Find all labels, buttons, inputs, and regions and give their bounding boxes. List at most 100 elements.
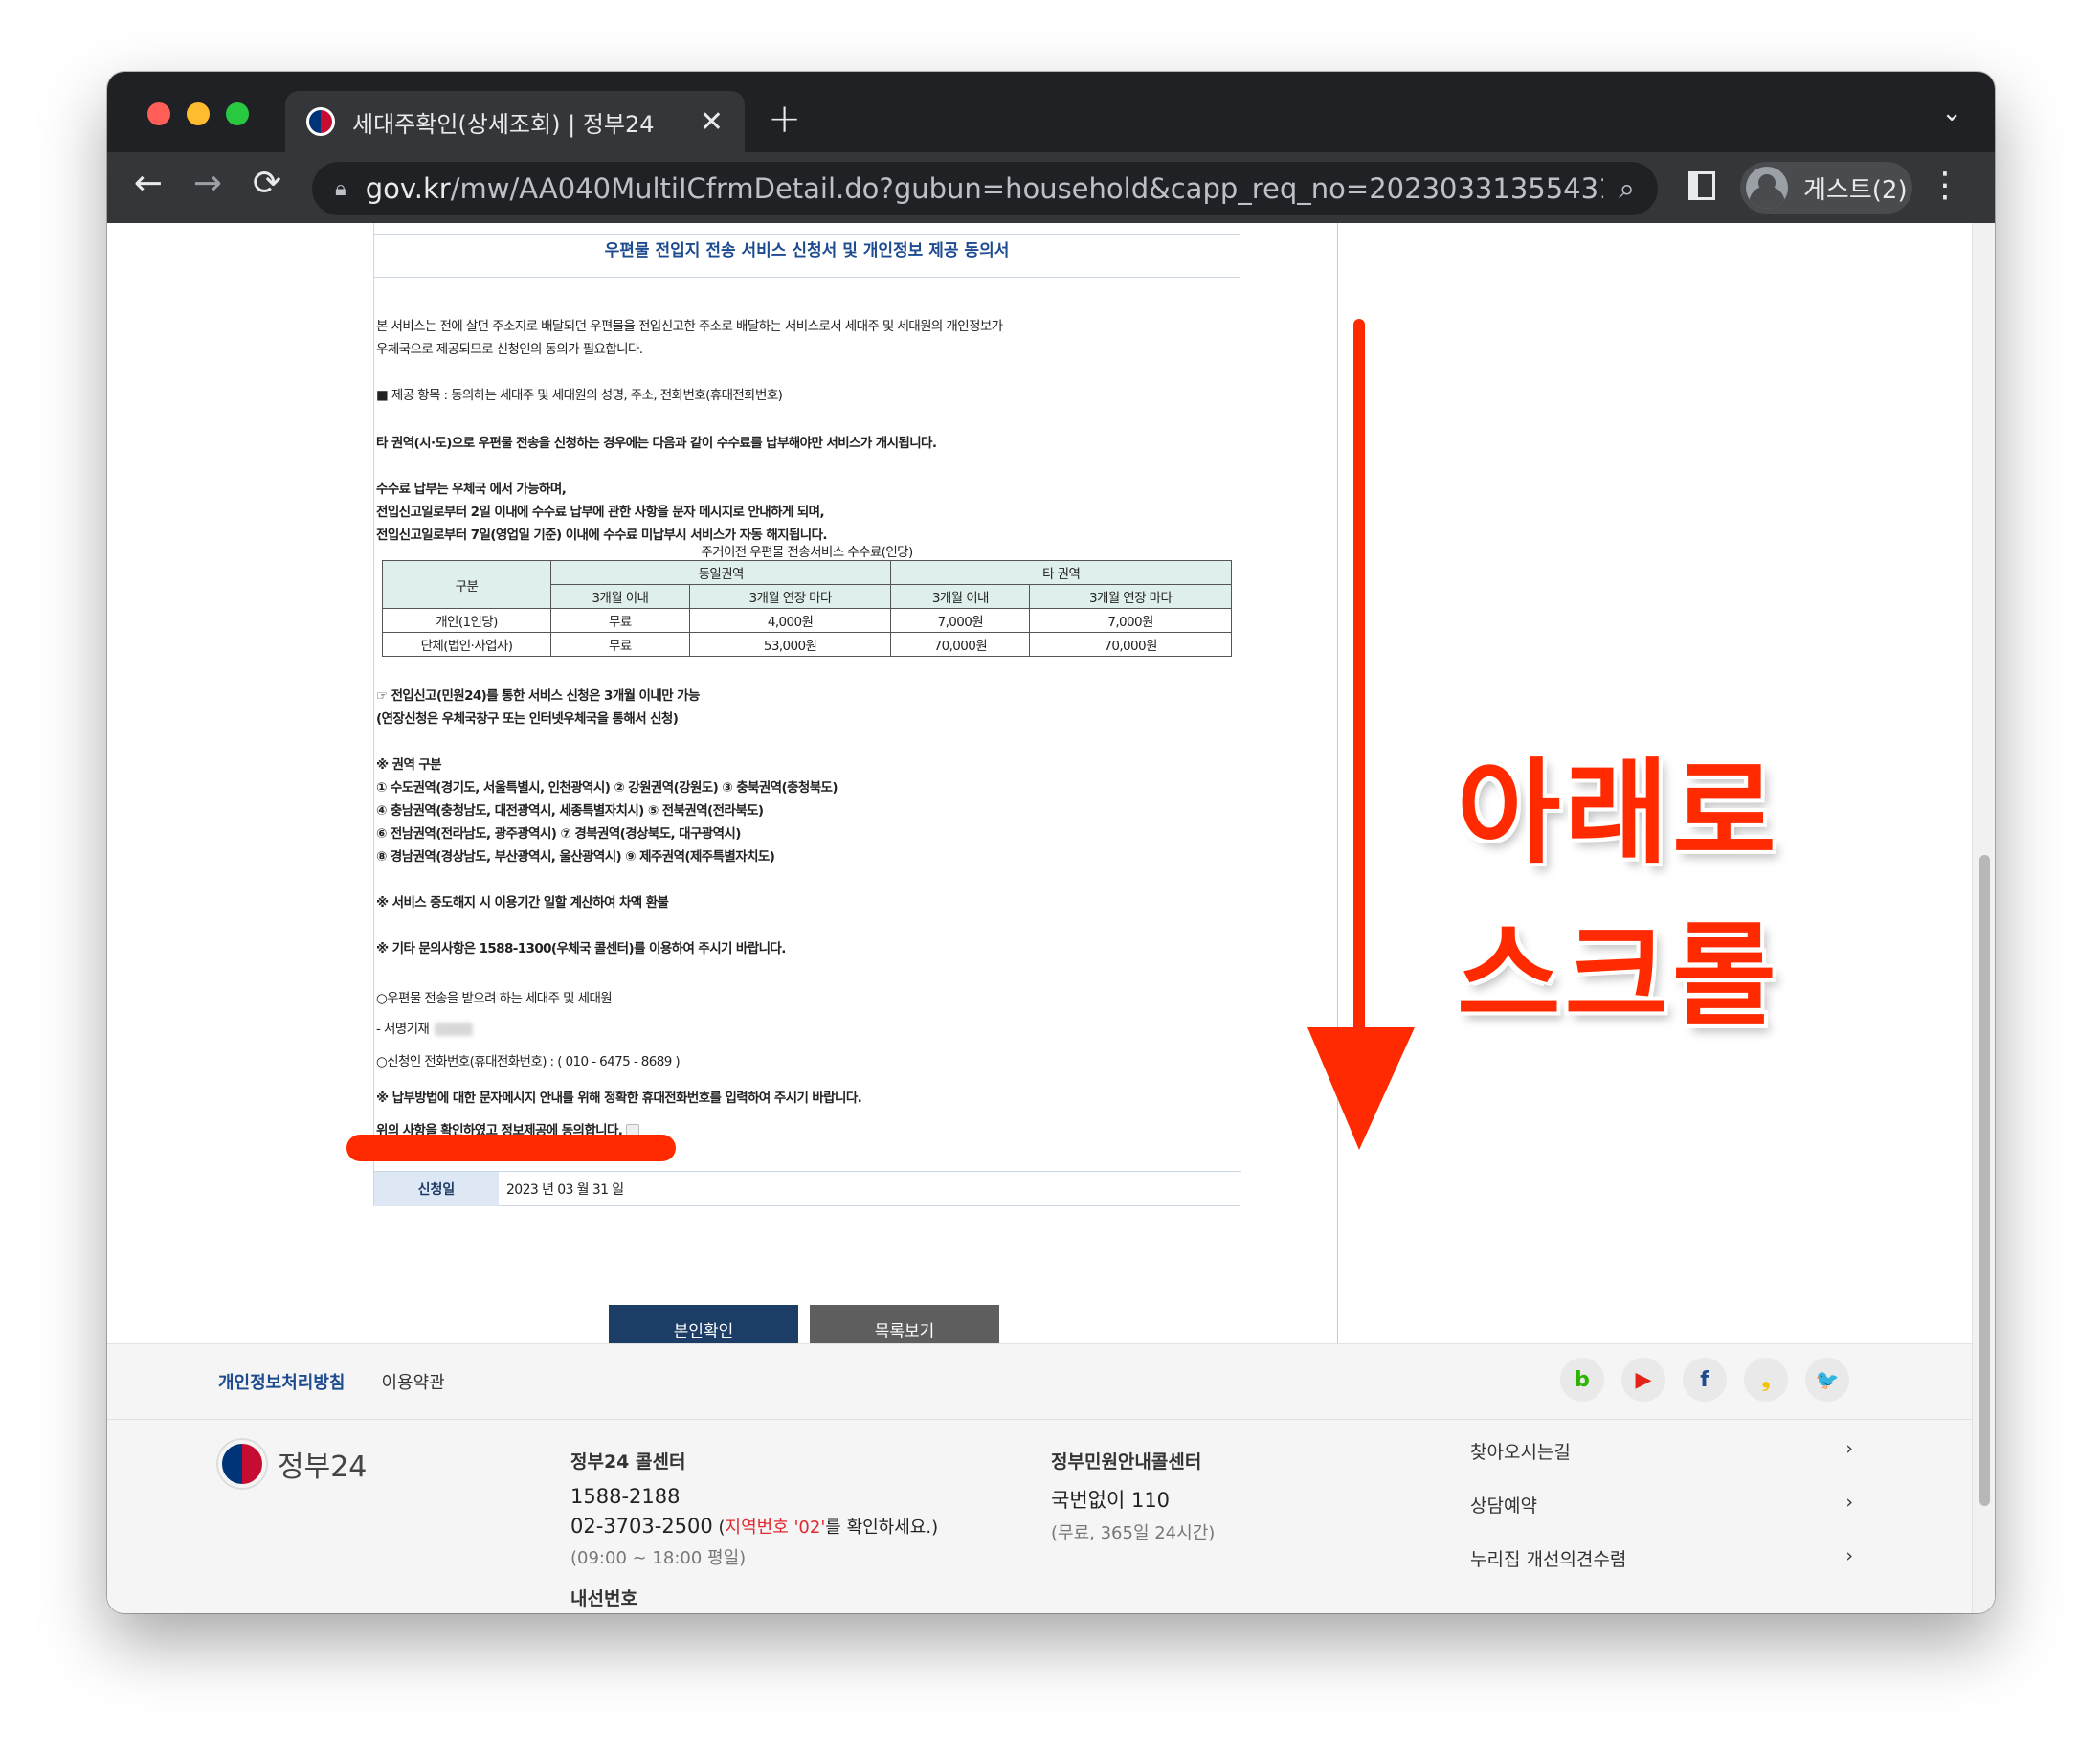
minimize-window-button[interactable] [187,102,210,125]
twitter-icon[interactable]: 🐦 [1805,1358,1849,1402]
date-label: 신청일 [374,1172,499,1206]
kakao-story-icon[interactable]: ❟ [1744,1358,1788,1402]
scroll-down-arrow-icon [1307,319,1415,1150]
new-tab-button[interactable]: + [768,95,801,142]
footer-divider [107,1419,1972,1420]
side-panel-icon[interactable] [1688,171,1715,200]
table-row: 단체(법인·사업자) 무료 53,000원 70,000원 70,000원 [382,632,1232,657]
region-line-2: ④ 충남권역(충청남도, 대전광역시, 세종특별자치시) ⑤ 전북권역(전라북도… [376,803,764,819]
consent-document: 우편물 전입지 전송 서비스 신청서 및 개인정보 제공 동의서 본 서비스는 … [373,223,1241,1206]
table-cell: 무료 [550,608,690,633]
social-links: b ▶ f ❟ 🐦 [1560,1358,1849,1402]
table-cell: 53,000원 [688,632,892,657]
area-code-note-red: 지역번호 '02' [725,1518,826,1538]
contact-note: ※ 기타 문의사항은 1588-1300(우체국 콜센터)를 이용하여 주시기 … [376,941,786,956]
site-footer: 개인정보처리방침 이용약관 b ▶ f ❟ 🐦 정부24 정부24 콜센터 15… [107,1343,1972,1613]
footer-links: 개인정보처리방침 이용약관 [218,1369,445,1394]
other-region-text: 타 권역(시·도)으로 우편물 전송을 신청하는 경우에는 다음과 같이 수수료… [376,436,937,451]
callcenter-phone2-row: 02-3703-2500 (지역번호 '02'를 확인하세요.) [570,1514,938,1539]
fee-text-2: 전입신고일로부터 2일 이내에 수수료 납부에 관한 사항을 문자 메시지로 안… [376,505,825,520]
profile-button[interactable]: 게스트(2) [1740,162,1912,214]
close-window-button[interactable] [147,102,170,125]
civil-callcenter-column: 정부민원안내콜센터 국번없이 110 (무료, 365일 24시간) [1051,1448,1215,1544]
document-title: 우편물 전입지 전송 서비스 신청서 및 개인정보 제공 동의서 [604,241,1010,260]
footer-link-label: 누리집 개선의견수렴 [1470,1549,1627,1570]
tab-active[interactable]: 세대주확인(상세조회) | 정부24 ✕ [285,91,745,152]
facebook-icon[interactable]: f [1683,1358,1727,1402]
chevron-right-icon: › [1845,1545,1853,1566]
window-controls [147,102,249,125]
table-caption: 주거이전 우편물 전송서비스 수수료(인당) [701,545,913,560]
footer-link-directions[interactable]: 찾아오시는길 › [1470,1438,1853,1492]
vertical-scrollbar[interactable] [1972,223,1995,1613]
terms-link[interactable]: 이용약관 [381,1369,444,1394]
previous-row-strip [374,223,1240,235]
fee-table: 구분 동일권역 타 권역 3개월 이내 3개월 연장 마다 3개월 이내 3개월… [382,560,1232,657]
service-note-1: ☞ 전입신고(민원24)를 통한 서비스 신청은 3개월 이내만 가능 [376,688,700,704]
scroll-hint-line-2: 스크롤 [1457,910,1780,1042]
extension-label: 내선번호 [570,1588,637,1609]
footer-link-label: 상담예약 [1470,1495,1537,1517]
phone-text: ○신청인 전화번호(휴대전화번호) : ( 010 - 6475 - 8689 … [376,1054,681,1069]
refund-note: ※ 서비스 중도해지 시 이용기간 일할 계산하여 차액 환불 [376,895,669,911]
callcenter-column: 정부24 콜센터 1588-2188 02-3703-2500 (지역번호 '0… [570,1448,938,1613]
browser-window: 세대주확인(상세조회) | 정부24 ✕ + ⌄ ← → ⟳ 🔒︎ gov.kr… [107,72,1995,1613]
table-cell: 개인(1인당) [382,608,551,633]
table-header-within-3m: 3개월 이내 [890,584,1031,609]
table-header-other-region: 타 권역 [890,560,1232,585]
footer-link-feedback[interactable]: 누리집 개선의견수렴 › [1470,1545,1853,1599]
footer-logo-text: 정부24 [278,1450,368,1484]
tab-search-chevron-icon[interactable]: ⌄ [1941,99,1962,127]
region-line-4: ⑧ 경남권역(경상남도, 부산광역시, 울산광역시) ⑨ 제주권역(제주특별자치… [376,849,775,865]
intro-text-2: 우체국으로 제공되므로 신청인의 동의가 필요합니다. [376,342,643,357]
gov-favicon-icon [306,107,335,136]
avatar-icon [1746,167,1788,209]
intro-text-1: 본 서비스는 전에 살던 주소지로 배달되던 우편물을 전입신고한 주소로 배달… [376,319,1003,334]
callcenter-phone: 1588-2188 [570,1485,681,1508]
chevron-right-icon: › [1845,1492,1853,1513]
reload-icon[interactable]: ⟳ [243,164,291,203]
table-header-same-region: 동일권역 [549,560,892,585]
table-header-within-3m: 3개월 이내 [550,584,690,609]
maximize-window-button[interactable] [226,102,249,125]
youtube-icon[interactable]: ▶ [1621,1358,1665,1402]
table-cell: 4,000원 [688,608,892,633]
region-line-3: ⑥ 전남권역(전라남도, 광주광역시) ⑦ 경북권역(경상북도, 대구광역시) [376,826,741,842]
table-cell: 7,000원 [1029,608,1232,633]
civil-callcenter-phone: 국번없이 110 [1051,1489,1171,1512]
phone-note: ※ 납부방법에 대한 문자메시지 안내를 위해 정확한 휴대전화번호를 입력하여… [376,1091,862,1106]
callcenter-phone2: 02-3703-2500 [570,1515,713,1538]
forward-arrow-icon[interactable]: → [184,164,232,203]
tab-bar: 세대주확인(상세조회) | 정부24 ✕ + ⌄ [107,72,1995,152]
menu-kebab-icon[interactable]: ⋮ [1928,166,1962,205]
area-code-note-post: 를 확인하세요.) [825,1518,939,1538]
scrollbar-thumb[interactable] [1979,855,1990,1506]
recipients-text: ○우편물 전송을 받으려 하는 세대주 및 세대원 [376,991,613,1006]
chevron-right-icon: › [1845,1438,1853,1459]
civil-callcenter-hours: (무료, 365일 24시간) [1051,1523,1216,1543]
region-heading: ※ 권역 구분 [376,757,442,773]
zoom-icon[interactable]: ⌕ [1619,172,1635,206]
url-text: gov.kr/mw/AA040MultiICfrmDetail.do?gubun… [365,172,1604,205]
tab-close-icon[interactable]: ✕ [700,105,724,139]
footer-quick-links: 찾아오시는길 › 상담예약 › 누리집 개선의견수렴 › [1470,1438,1853,1599]
browser-toolbar: ← → ⟳ 🔒︎ gov.kr/mw/AA040MultiICfrmDetail… [107,152,1995,223]
table-row: 개인(1인당) 무료 4,000원 7,000원 7,000원 [382,608,1232,633]
fee-text-1: 수수료 납부는 우체국 에서 가능하며, [376,482,567,497]
area-code-note-pre: ( [712,1518,726,1538]
signature-blurred [435,1023,474,1036]
table-cell: 7,000원 [890,608,1031,633]
application-date-row: 신청일 2023 년 03 월 31 일 [374,1171,1241,1206]
address-bar[interactable]: 🔒︎ gov.kr/mw/AA040MultiICfrmDetail.do?gu… [312,162,1658,215]
items-text: ■ 제공 항목 : 동의하는 세대주 및 세대원의 성명, 주소, 전화번호(휴… [376,388,783,403]
table-header-ext-3m: 3개월 연장 마다 [688,584,892,609]
callcenter-hours: (09:00 ~ 18:00 평일) [570,1548,747,1568]
footer-link-reservation[interactable]: 상담예약 › [1470,1492,1853,1545]
table-cell: 70,000원 [890,632,1031,657]
privacy-policy-link[interactable]: 개인정보처리방침 [218,1369,345,1394]
title-divider [374,277,1240,278]
back-arrow-icon[interactable]: ← [124,164,172,203]
table-header-ext-3m: 3개월 연장 마다 [1029,584,1232,609]
blog-icon[interactable]: b [1560,1358,1604,1402]
footer-link-label: 찾아오시는길 [1470,1442,1571,1463]
